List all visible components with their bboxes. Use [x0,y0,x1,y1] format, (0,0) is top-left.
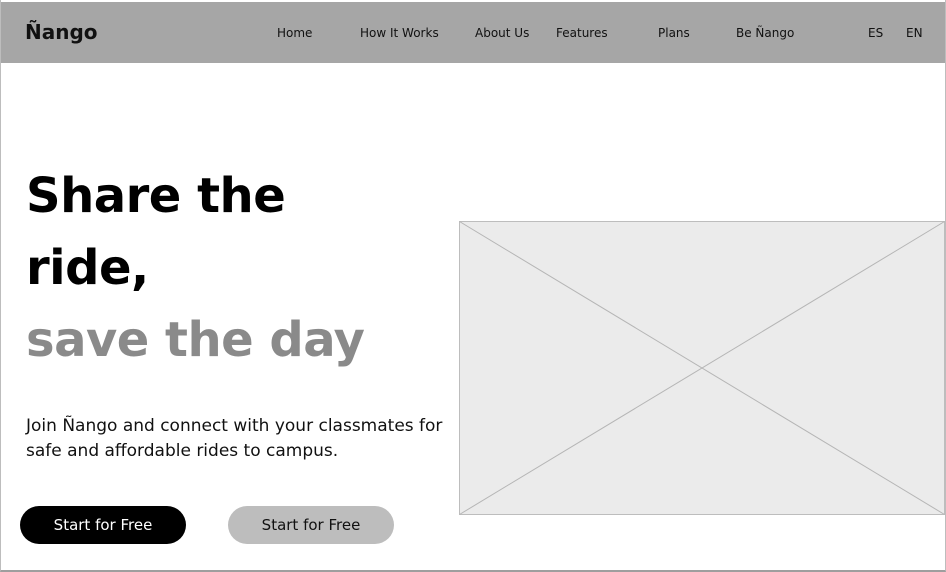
nav-how-it-works[interactable]: How It Works [360,25,439,41]
nav-home[interactable]: Home [277,25,312,41]
nav-features[interactable]: Features [556,25,608,41]
hero-title: Share the ride, save the day [26,160,365,376]
navbar: Ñango Home How It Works About Us Feature… [1,2,945,63]
nav-about-us[interactable]: About Us [475,25,529,41]
hero-title-line-2: ride, [26,240,149,296]
start-for-free-primary-button[interactable]: Start for Free [20,506,186,544]
language-en[interactable]: EN [906,25,923,41]
hero-image-placeholder [459,221,945,515]
nav-be-nango[interactable]: Be Ñango [736,25,794,41]
start-for-free-secondary-button[interactable]: Start for Free [228,506,394,544]
hero-title-line-3: save the day [26,312,365,368]
hero-subtitle: Join Ñango and connect with your classma… [26,416,443,461]
language-es[interactable]: ES [868,25,883,41]
logo[interactable]: Ñango [25,19,98,45]
hero-title-line-1: Share the [26,168,286,224]
nav-plans[interactable]: Plans [658,25,690,41]
